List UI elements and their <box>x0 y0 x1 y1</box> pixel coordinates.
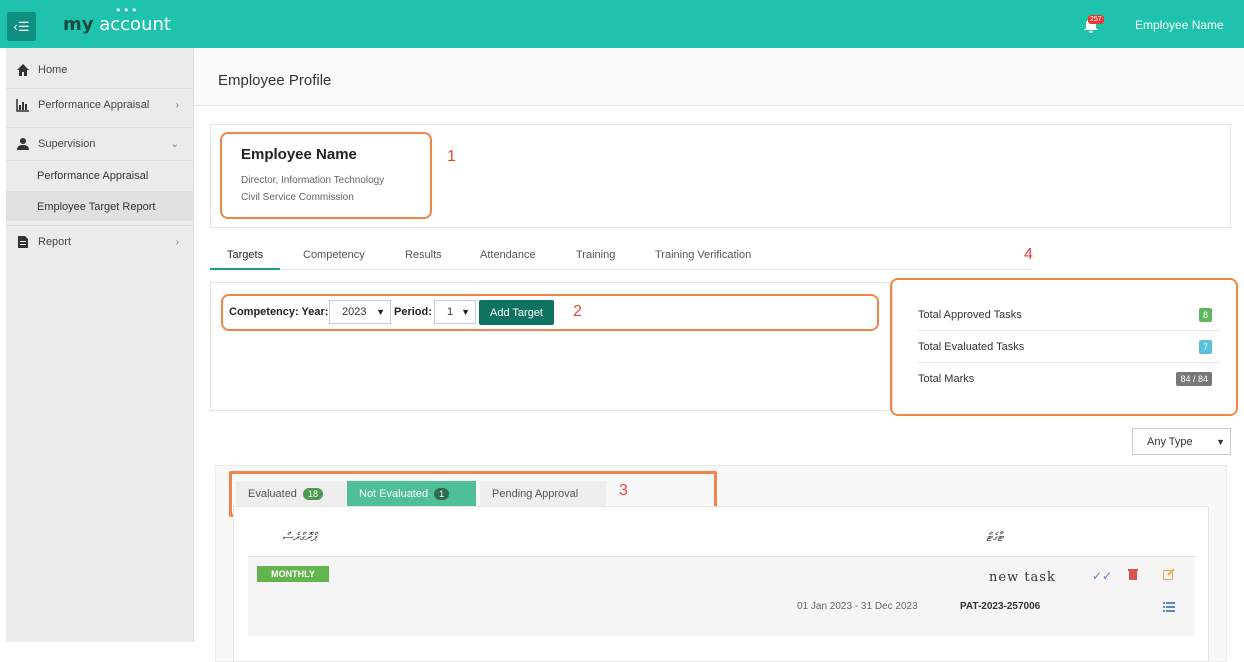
double-check-icon[interactable]: ✓✓ <box>1092 569 1112 583</box>
annotation-number: 1 <box>447 148 456 165</box>
logo-dots: • • • <box>115 4 137 17</box>
tab-attendance[interactable]: Attendance <box>480 249 536 261</box>
sidebar-item-label: Performance Appraisal <box>38 99 150 111</box>
chevron-down-icon: ▼ <box>1216 436 1225 447</box>
frequency-badge: MONTHLY <box>257 566 329 582</box>
sidebar-toggle-button[interactable]: ‹☰ <box>7 12 36 41</box>
task-id: PAT-2023-257006 <box>960 601 1041 612</box>
active-tab-indicator <box>210 268 280 270</box>
app-logo[interactable]: my account • • • <box>63 4 171 35</box>
list-icon[interactable] <box>1163 601 1175 615</box>
users-icon <box>16 137 30 151</box>
edit-icon[interactable] <box>1163 568 1175 583</box>
sidebar-subitem-performance-appraisal[interactable]: Performance Appraisal <box>6 160 194 190</box>
sidebar-item-label: Supervision <box>38 138 96 150</box>
profile-tabs: Targets Competency Results Attendance Tr… <box>210 241 1032 270</box>
annotation-number: 2 <box>573 303 582 320</box>
sidebar-item-home[interactable]: Home <box>6 53 194 86</box>
sidebar: Home Performance Appraisal › Supervision… <box>6 48 194 642</box>
page-header: Employee Profile <box>194 48 1244 106</box>
sidebar-item-label: Report <box>38 236 72 248</box>
user-menu[interactable]: Employee Name <box>1135 18 1224 32</box>
task-name: new task <box>989 570 1056 585</box>
file-icon <box>16 235 30 249</box>
tab-training[interactable]: Training <box>576 249 615 261</box>
notification-badge: 257 <box>1088 15 1104 24</box>
sidebar-subitem-employee-target-report[interactable]: Employee Target Report <box>6 191 194 221</box>
highlight-box-4 <box>890 278 1238 416</box>
annotation-number: 4 <box>1024 246 1033 263</box>
sidebar-item-report[interactable]: Report › <box>6 225 194 258</box>
logo-prefix: my <box>63 14 94 35</box>
chevron-right-icon: › <box>175 236 179 248</box>
chart-icon <box>16 98 30 112</box>
annotation-number: 3 <box>619 482 628 499</box>
top-bar <box>0 0 1244 48</box>
sidebar-item-label: Home <box>38 63 68 76</box>
sidebar-item-performance-appraisal[interactable]: Performance Appraisal › <box>6 88 194 121</box>
tab-competency[interactable]: Competency <box>303 249 365 261</box>
logo-suffix: account <box>99 14 171 35</box>
page-title: Employee Profile <box>218 72 332 89</box>
chevron-right-icon: › <box>175 99 179 111</box>
type-filter-select[interactable]: Any Type ▼ <box>1132 428 1231 455</box>
tab-results[interactable]: Results <box>405 249 442 261</box>
column-header-progress: ޕްރޮގްރެސް <box>282 530 316 544</box>
chevron-down-icon: ⌄ <box>170 138 179 150</box>
home-icon <box>16 63 30 77</box>
sidebar-item-supervision[interactable]: Supervision ⌄ <box>6 127 194 160</box>
task-date-range: 01 Jan 2023 - 31 Dec 2023 <box>797 601 918 612</box>
trash-icon[interactable] <box>1128 568 1138 583</box>
table-row <box>248 557 1195 636</box>
type-filter-value: Any Type <box>1147 435 1193 448</box>
tab-targets[interactable]: Targets <box>227 249 263 261</box>
task-table-header: ޕްރޮގްރެސް ޓާގެޓް <box>248 530 1195 557</box>
column-header-target: ޓާގެޓް <box>986 530 1003 544</box>
tab-training-verification[interactable]: Training Verification <box>655 249 751 261</box>
highlight-box-1 <box>220 132 432 219</box>
highlight-box-2 <box>221 294 879 331</box>
